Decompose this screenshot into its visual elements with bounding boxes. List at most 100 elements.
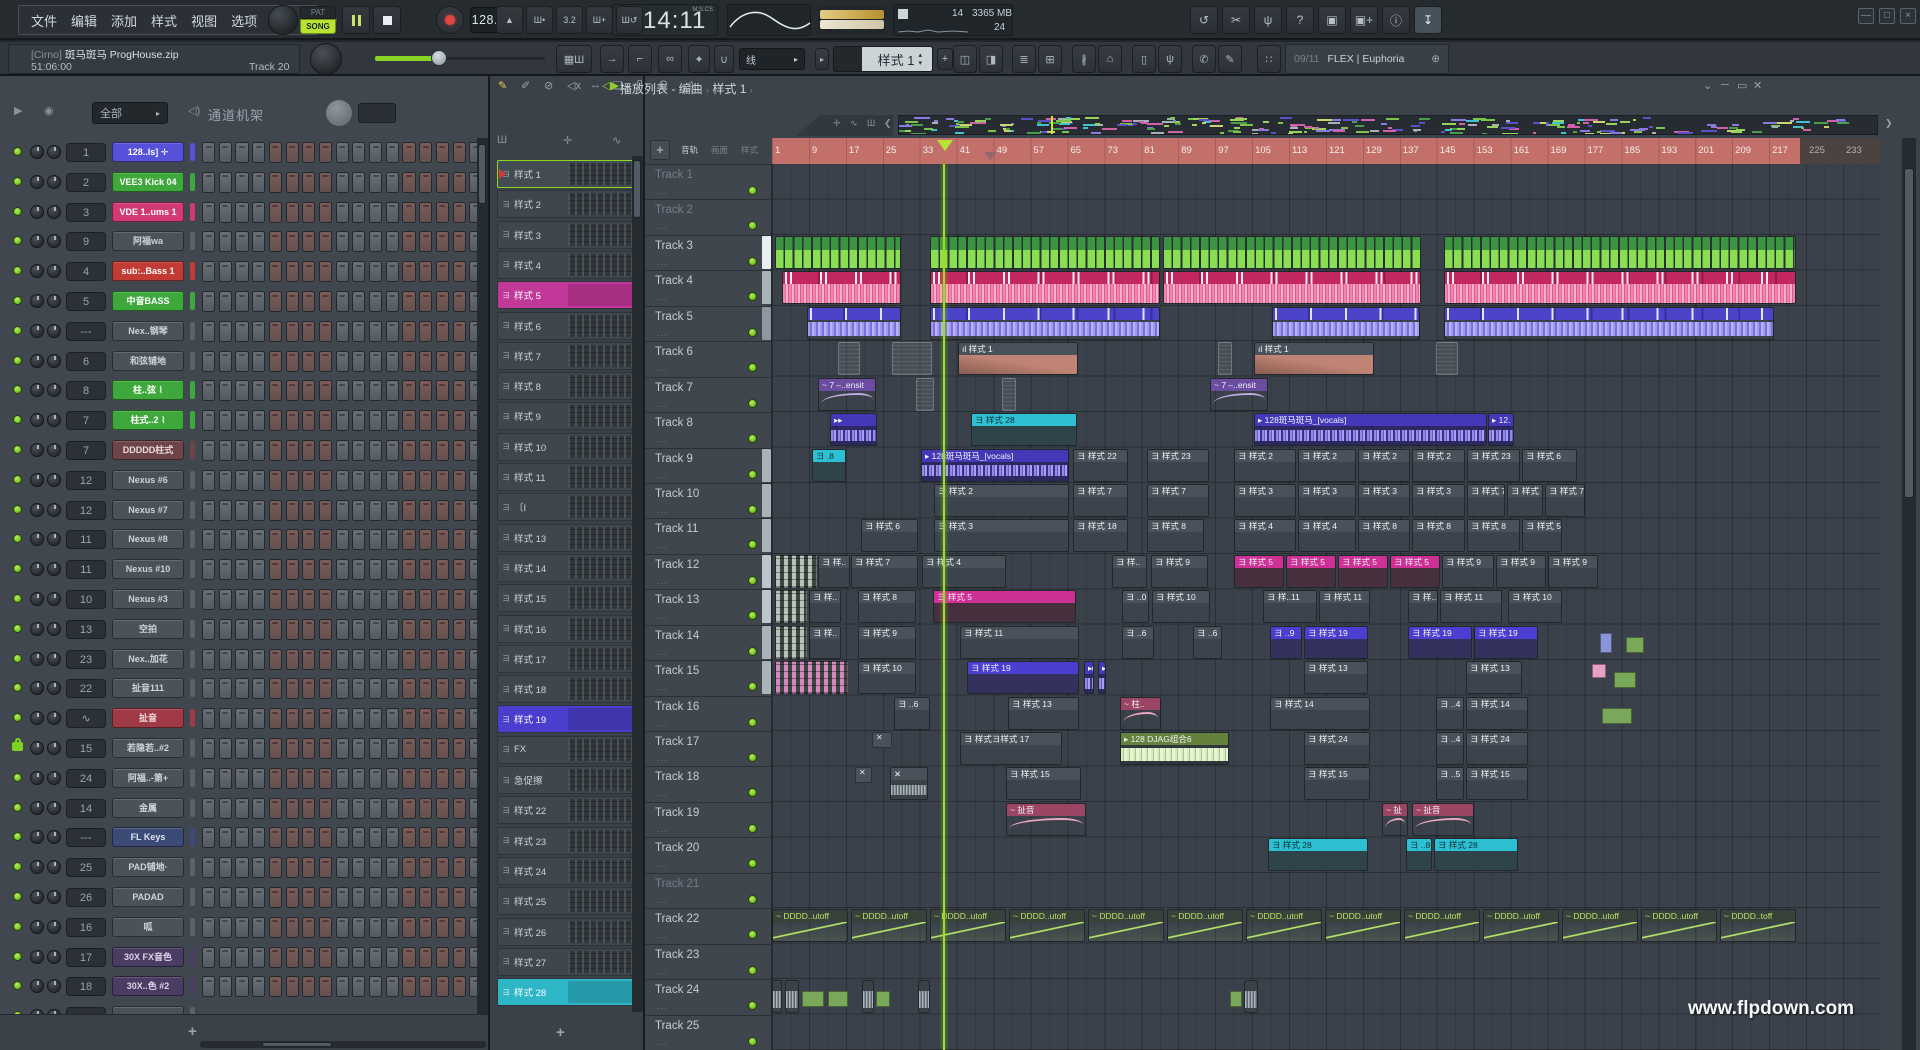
channel-mixer-target[interactable]: 12 bbox=[66, 501, 106, 520]
track-mute-led[interactable] bbox=[748, 576, 757, 585]
add-track-button[interactable]: + bbox=[650, 140, 670, 160]
channel-pan-knob[interactable] bbox=[30, 205, 44, 219]
step-button[interactable] bbox=[269, 917, 282, 938]
step-button[interactable] bbox=[286, 500, 299, 521]
clip-automation[interactable]: ~ 扯 bbox=[1382, 803, 1408, 836]
step-button[interactable] bbox=[436, 976, 449, 997]
channel-volume-knob[interactable] bbox=[47, 979, 61, 993]
step-button[interactable] bbox=[453, 261, 466, 282]
track-options[interactable]: ... bbox=[657, 753, 668, 763]
track-options[interactable]: ... bbox=[657, 611, 668, 621]
track-edge-block[interactable] bbox=[762, 590, 771, 623]
step-button[interactable] bbox=[269, 351, 282, 372]
step-button[interactable] bbox=[402, 559, 415, 580]
clip-pat[interactable]: ヨ 样..11 bbox=[1263, 590, 1317, 623]
step-button[interactable] bbox=[453, 589, 466, 610]
step-button[interactable] bbox=[419, 291, 432, 312]
pattern-item[interactable]: ヨ样式 22 bbox=[497, 796, 637, 824]
step-button[interactable] bbox=[436, 202, 449, 223]
step-button[interactable] bbox=[386, 917, 399, 938]
channel-mute-led[interactable] bbox=[13, 654, 22, 663]
step-button[interactable] bbox=[319, 231, 332, 252]
step-button[interactable] bbox=[235, 440, 248, 461]
channel-volume-knob[interactable] bbox=[47, 354, 61, 368]
channel-mixer-target[interactable]: 10 bbox=[66, 590, 106, 609]
channel-mixer-target[interactable]: 5 bbox=[66, 292, 106, 311]
clip-lime[interactable]: ~ DDDD..utoff bbox=[851, 909, 927, 942]
step-button[interactable] bbox=[402, 798, 415, 819]
step-button[interactable] bbox=[219, 142, 232, 163]
step-button[interactable] bbox=[402, 917, 415, 938]
track-mute-led[interactable] bbox=[748, 434, 757, 443]
save-icon[interactable]: ▣ bbox=[1318, 6, 1346, 34]
step-button[interactable] bbox=[235, 917, 248, 938]
clip-pat[interactable]: ヨ 样式 9 bbox=[1442, 555, 1494, 588]
step-button[interactable] bbox=[419, 768, 432, 789]
step-button[interactable] bbox=[202, 649, 215, 670]
channel-volume-knob[interactable] bbox=[47, 562, 61, 576]
step-button[interactable] bbox=[252, 410, 265, 431]
step-button[interactable] bbox=[302, 678, 315, 699]
clip-mag[interactable]: ヨ 样式 5 bbox=[1234, 555, 1284, 588]
track-edge-block[interactable] bbox=[762, 484, 771, 517]
step-button[interactable] bbox=[369, 529, 382, 550]
step-button[interactable] bbox=[219, 798, 232, 819]
slide-icon[interactable]: ⌐ bbox=[628, 45, 652, 73]
clip-pat[interactable]: ヨ 样式 15 bbox=[1304, 767, 1370, 800]
magnet-icon[interactable]: ∪ bbox=[714, 45, 734, 73]
step-button[interactable] bbox=[235, 559, 248, 580]
clip-pat[interactable]: ヨ ..4 bbox=[1436, 732, 1464, 765]
step-button[interactable] bbox=[286, 291, 299, 312]
step-button[interactable] bbox=[436, 470, 449, 491]
channel-pan-knob[interactable] bbox=[30, 145, 44, 159]
pattern-item[interactable]: ヨFX bbox=[497, 736, 637, 764]
step-button[interactable] bbox=[269, 649, 282, 670]
step-button[interactable] bbox=[369, 470, 382, 491]
step-button[interactable] bbox=[336, 678, 349, 699]
step-button[interactable] bbox=[336, 500, 349, 521]
channel-pan-knob[interactable] bbox=[30, 264, 44, 278]
clip-pat[interactable]: ヨ 样式 9 bbox=[858, 626, 916, 659]
step-button[interactable] bbox=[386, 410, 399, 431]
step-button[interactable] bbox=[336, 708, 349, 729]
add-channel-button[interactable]: + bbox=[188, 1023, 197, 1040]
step-button[interactable] bbox=[453, 708, 466, 729]
magnify-icon[interactable]: Q bbox=[659, 79, 668, 91]
step-button[interactable] bbox=[369, 410, 382, 431]
track-options[interactable]: ... bbox=[657, 221, 668, 231]
clip-ghost[interactable] bbox=[916, 378, 934, 411]
step-button[interactable] bbox=[202, 321, 215, 342]
volume-slider-thumb[interactable] bbox=[431, 50, 447, 66]
channel-volume-knob[interactable] bbox=[47, 652, 61, 666]
channel-mute-led[interactable] bbox=[13, 594, 22, 603]
channel-button[interactable]: 金属 bbox=[112, 798, 184, 818]
step-button[interactable] bbox=[202, 500, 215, 521]
step-button[interactable] bbox=[269, 142, 282, 163]
clip-pat[interactable]: ヨ ..0 bbox=[1122, 590, 1149, 623]
step-button[interactable] bbox=[202, 559, 215, 580]
step-button[interactable] bbox=[269, 976, 282, 997]
fl-logo-knob[interactable] bbox=[268, 5, 298, 35]
channel-mute-led[interactable] bbox=[13, 207, 22, 216]
track-options[interactable]: ... bbox=[657, 576, 668, 586]
track-mute-led[interactable] bbox=[748, 859, 757, 868]
clip-pat[interactable]: ヨ 样式 7 bbox=[1073, 484, 1128, 517]
delete-icon[interactable]: ⊘ bbox=[544, 79, 553, 92]
track-options[interactable]: ... bbox=[657, 363, 668, 373]
step-button[interactable] bbox=[386, 559, 399, 580]
step-button[interactable] bbox=[336, 738, 349, 759]
step-button[interactable] bbox=[336, 380, 349, 401]
step-button[interactable] bbox=[319, 708, 332, 729]
clip-pat[interactable]: ヨ 样式 3 bbox=[1412, 484, 1465, 517]
step-button[interactable] bbox=[286, 619, 299, 640]
clip-automation[interactable]: ~ 扯音 bbox=[1006, 803, 1086, 836]
step-button[interactable] bbox=[269, 678, 282, 699]
step-button[interactable] bbox=[235, 738, 248, 759]
clip-pat[interactable]: ヨ 样式 3 bbox=[934, 519, 1069, 552]
clip-pat[interactable]: ヨ 样式 4 bbox=[922, 555, 1006, 588]
step-button[interactable] bbox=[235, 380, 248, 401]
step-button[interactable] bbox=[386, 291, 399, 312]
channel-volume-knob[interactable] bbox=[47, 503, 61, 517]
channel-volume-knob[interactable] bbox=[47, 443, 61, 457]
step-button[interactable] bbox=[302, 768, 315, 789]
